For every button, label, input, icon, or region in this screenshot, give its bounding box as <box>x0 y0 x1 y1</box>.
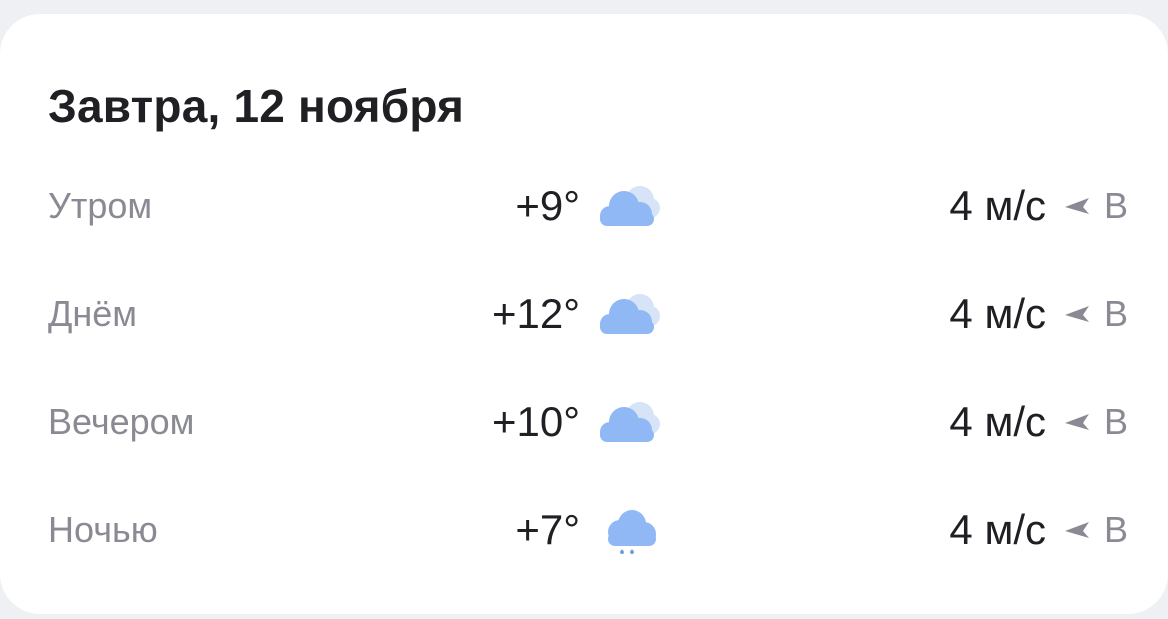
wind-info: 4 м/с В <box>868 284 1168 344</box>
period-label: Утром <box>48 185 153 226</box>
wind-speed: 4 м/с <box>949 182 1046 229</box>
forecast-row-evening: Вечером +10° 4 м/с В <box>0 392 1168 452</box>
wind-speed: 4 м/с <box>949 398 1046 445</box>
wind-info: 4 м/с В <box>868 392 1168 452</box>
wind-speed: 4 м/с <box>949 506 1046 553</box>
cloudy-icon <box>600 294 660 334</box>
wind-direction: В <box>1103 293 1128 334</box>
wind-info: 4 м/с В <box>868 500 1168 560</box>
temperature-value: +7° <box>515 506 580 553</box>
rain-cloud-icon <box>608 510 656 554</box>
temperature-value: +10° <box>491 398 580 445</box>
wind-direction: В <box>1103 185 1128 226</box>
wind-arrow-icon <box>1065 198 1089 214</box>
forecast-row-day: Днём +12° 4 м/с В <box>0 284 1168 344</box>
weather-day-card: Завтра, 12 ноября Утром +9° 4 м/с В Днём… <box>0 14 1168 614</box>
cloudy-icon <box>600 186 660 226</box>
wind-speed: 4 м/с <box>949 290 1046 337</box>
wind-arrow-icon <box>1065 522 1089 538</box>
wind-direction: В <box>1103 401 1128 442</box>
wind-direction: В <box>1103 509 1128 550</box>
period-label: Вечером <box>48 401 195 442</box>
period-label: Днём <box>48 293 138 334</box>
cloudy-icon <box>600 402 660 442</box>
wind-info: 4 м/с В <box>868 176 1168 236</box>
temperature-value: +9° <box>515 182 580 229</box>
wind-arrow-icon <box>1065 306 1089 322</box>
temperature-value: +12° <box>491 290 580 337</box>
period-label: Ночью <box>48 509 158 550</box>
day-title: Завтра, 12 ноября <box>48 80 465 132</box>
forecast-row-night: Ночью +7° 4 м/с В <box>0 500 1168 560</box>
forecast-row-morning: Утром +9° 4 м/с В <box>0 176 1168 236</box>
wind-arrow-icon <box>1065 414 1089 430</box>
